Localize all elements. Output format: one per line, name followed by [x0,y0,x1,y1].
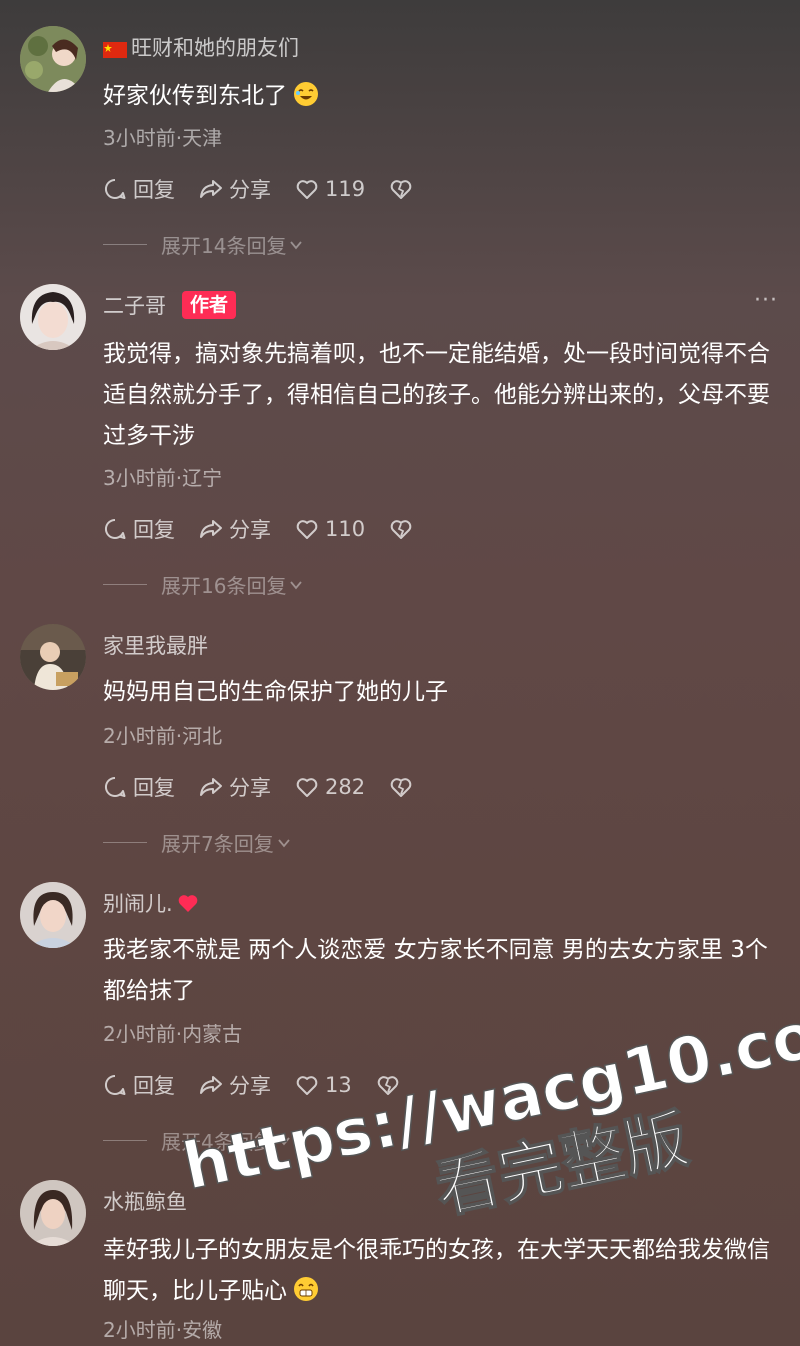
like-button[interactable]: 110 [295,517,365,541]
heart-badge-icon [177,893,199,913]
share-button[interactable]: 分享 [199,772,271,802]
share-label: 分享 [229,1074,271,1098]
more-icon[interactable]: ··· [754,290,778,312]
comment-meta: 2小时前·内蒙古 [103,1022,243,1046]
username[interactable]: 家里我最胖 [103,630,208,660]
chevron-down-icon [278,1136,290,1145]
like-count: 282 [325,775,366,799]
comment-text: 妈妈用自己的生命保护了她的儿子 [103,679,448,705]
share-icon [200,520,222,538]
username-text: 水瓶鲸鱼 [103,1190,187,1214]
author-badge: 作者 [182,291,237,319]
share-button[interactable]: 分享 [199,1070,271,1100]
divider [103,584,147,585]
reply-button[interactable]: 回复 [103,772,175,802]
reply-label: 回复 [133,178,175,202]
chevron-down-icon [290,240,303,249]
share-label: 分享 [229,518,271,542]
like-icon [296,180,318,199]
flag-icon [103,39,127,58]
avatar[interactable] [20,284,86,350]
comment-text: 我老家不就是 两个人谈恋爱 女方家长不同意 男的去女方家里 3个都给抹了 [103,937,768,1004]
username[interactable]: 旺财和她的朋友们 [103,32,299,62]
comment-meta: 3小时前·天津 [103,126,223,150]
share-label: 分享 [229,178,271,202]
expand-replies-button[interactable]: 展开14条回复 [103,230,304,259]
username[interactable]: 水瓶鲸鱼 [103,1186,187,1216]
avatar[interactable] [20,1180,86,1246]
emoji-icon [293,1275,319,1301]
avatar[interactable] [20,882,86,948]
comment-meta: 3小时前·辽宁 [103,466,223,490]
username-text: 家里我最胖 [103,634,208,658]
dislike-icon[interactable] [376,1073,400,1097]
action-bar: 回复 分享 13 [103,1070,400,1100]
expand-replies-button[interactable]: 展开7条回复 [103,828,292,857]
share-button[interactable]: 分享 [199,174,271,204]
comment-icon [104,1074,126,1095]
like-button[interactable]: 13 [295,1073,352,1097]
dislike-icon[interactable] [389,177,413,201]
like-icon [296,778,318,797]
comment-text: 好家伙传到东北了 [103,76,773,117]
username[interactable]: 别闹儿. [103,888,199,918]
chevron-down-icon [290,580,303,589]
like-count: 110 [325,517,366,541]
share-icon [200,1076,222,1094]
share-button[interactable]: 分享 [199,514,271,544]
reply-label: 回复 [133,776,175,800]
comment-meta: 2小时前·安徽 [103,1318,223,1342]
expand-replies-label: 展开14条回复 [161,234,287,258]
username-text: 旺财和她的朋友们 [131,36,299,60]
expand-replies-button[interactable]: 展开4条回复 [103,1126,292,1155]
watermark: https://wacg10.com 看完整版 [170,975,800,1235]
expand-replies-label: 展开16条回复 [161,574,287,598]
expand-replies-button[interactable]: 展开16条回复 [103,570,304,599]
like-icon [296,520,318,539]
comment-icon [104,776,126,797]
action-bar: 回复 分享 282 [103,772,413,802]
reply-label: 回复 [133,518,175,542]
reply-button[interactable]: 回复 [103,514,175,544]
avatar[interactable] [20,624,86,690]
comment-meta: 2小时前·河北 [103,724,223,748]
reply-button[interactable]: 回复 [103,174,175,204]
action-bar: 回复 分享 119 [103,174,413,204]
dislike-icon[interactable] [389,775,413,799]
like-button[interactable]: 119 [295,177,365,201]
like-count: 13 [325,1073,352,1097]
dislike-icon[interactable] [389,517,413,541]
username[interactable]: 二子哥 作者 [103,290,237,320]
comment-icon [104,178,126,199]
comment-icon [104,518,126,539]
like-button[interactable]: 282 [295,775,365,799]
watermark-subtitle: 看完整版 [429,1103,695,1229]
reply-label: 回复 [133,1074,175,1098]
reply-button[interactable]: 回复 [103,1070,175,1100]
expand-replies-label: 展开4条回复 [161,1130,274,1154]
username-text: 二子哥 [103,294,166,318]
like-icon [296,1076,318,1095]
username-text: 别闹儿. [103,892,173,916]
share-icon [200,778,222,796]
chevron-down-icon [278,838,290,847]
avatar[interactable] [20,26,86,92]
divider [103,1140,147,1141]
action-bar: 回复 分享 110 [103,514,413,544]
expand-replies-label: 展开7条回复 [161,832,274,856]
share-label: 分享 [229,776,271,800]
comment-text: 我觉得，搞对象先搞着呗，也不一定能结婚，处一段时间觉得不合适自然就分手了，得相信… [103,341,770,449]
divider [103,842,147,843]
comment-text: 幸好我儿子的女朋友是个很乖巧的女孩，在大学天天都给我发微信聊天，比儿子贴心 [103,1237,770,1304]
share-icon [200,180,222,198]
divider [103,244,147,245]
like-count: 119 [325,177,366,201]
emoji-icon [293,80,319,106]
